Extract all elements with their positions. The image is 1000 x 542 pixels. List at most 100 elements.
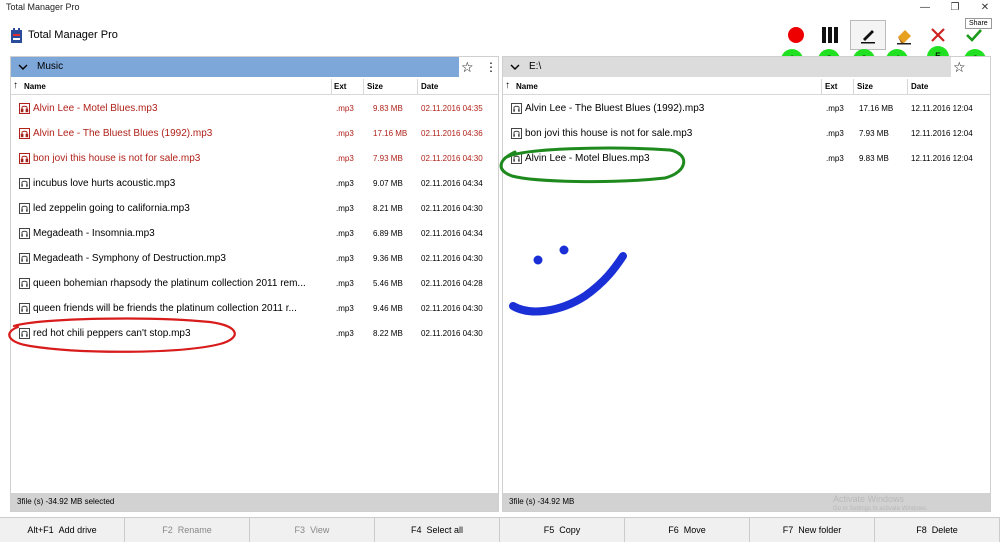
more-menu-icon[interactable]: ⋮ <box>485 59 497 75</box>
column-name[interactable]: Name <box>24 82 46 91</box>
fkey-key: Alt+F1 <box>27 525 54 535</box>
fkey-label: Rename <box>177 525 212 535</box>
fkey-delete-button[interactable]: F8 Delete <box>875 518 1000 542</box>
file-row[interactable]: Alvin Lee - The Bluest Blues (1992).mp3.… <box>503 96 990 121</box>
share-tooltip: Share <box>965 18 992 29</box>
file-name: Alvin Lee - The Bluest Blues (1992).mp3 <box>33 128 213 139</box>
file-row[interactable]: incubus love hurts acoustic.mp3 .mp3 9.07 … <box>11 171 498 196</box>
file-date: 02.11.2016 04:34 <box>421 229 483 238</box>
right-path-bar[interactable] <box>503 57 951 77</box>
sort-arrow-icon[interactable]: ↑ <box>13 80 18 91</box>
window-title: Total Manager Pro <box>6 2 80 12</box>
file-size: 8.21 MB <box>373 204 403 213</box>
file-row[interactable]: red hot chili peppers can't stop.mp3 .mp3… <box>11 321 498 346</box>
music-file-icon <box>19 153 30 164</box>
fkey-move-button[interactable]: F6 Move <box>625 518 750 542</box>
music-file-icon <box>19 253 30 264</box>
eraser-button[interactable] <box>886 20 922 50</box>
left-path-bar[interactable] <box>11 57 459 77</box>
red-circle-icon <box>788 27 804 43</box>
app-title: Total Manager Pro <box>28 29 118 41</box>
fkey-view-button[interactable]: F3 View <box>250 518 375 542</box>
file-row[interactable]: Megadeath - Symphony of Destruction.mp3.… <box>11 246 498 271</box>
fkey-copy-button[interactable]: F5 Copy <box>500 518 625 542</box>
file-date: 12.11.2016 12:04 <box>911 154 973 163</box>
column-ext[interactable]: Ext <box>334 82 346 91</box>
red-pen-button[interactable] <box>778 20 814 50</box>
left-column-header: ↑ Name Ext Size Date <box>11 79 498 95</box>
fkey-add-drive-button[interactable]: Alt+F1 Add drive <box>0 518 125 542</box>
file-name: Alvin Lee - The Bluest Blues (1992).mp3 <box>525 103 705 114</box>
maximize-button[interactable]: ❐ <box>940 0 970 16</box>
file-size: 9.36 MB <box>373 254 403 263</box>
fkey-label: New folder <box>798 525 842 535</box>
favorite-star-icon[interactable]: ☆ <box>461 59 474 75</box>
stroke-width-icon <box>822 27 838 43</box>
fkey-label: Copy <box>559 525 581 535</box>
fkey-rename-button[interactable]: F2 Rename <box>125 518 250 542</box>
file-row[interactable]: Alvin Lee - Motel Blues.mp3 .mp3 9.83 MB 12… <box>503 146 990 171</box>
file-ext: .mp3 <box>336 329 354 338</box>
file-row[interactable]: queen bohemian rhapsody the platinum col… <box>11 271 498 296</box>
column-ext[interactable]: Ext <box>825 82 837 91</box>
file-ext: .mp3 <box>336 179 354 188</box>
file-row[interactable]: queen friends will be friends the platin… <box>11 296 498 321</box>
file-name: bon jovi this house is not for sale.mp3 <box>525 128 693 139</box>
eraser-icon <box>897 30 911 45</box>
file-size: 7.93 MB <box>859 129 889 138</box>
function-key-bar: Alt+F1 Add drive F2 Rename F3 View F4 Selec… <box>0 517 1000 542</box>
activation-watermark: Activate Windows Go to Settings to activ… <box>833 494 928 514</box>
file-name: queen bohemian rhapsody the platinum col… <box>33 278 306 289</box>
file-row[interactable]: led zeppelin going to california.mp3 .mp3… <box>11 196 498 221</box>
column-date[interactable]: Date <box>421 82 438 91</box>
file-date: 12.11.2016 12:04 <box>911 104 973 113</box>
file-ext: .mp3 <box>336 154 354 163</box>
file-size: 6.89 MB <box>373 229 403 238</box>
music-file-icon <box>511 103 522 114</box>
music-file-icon <box>19 228 30 239</box>
left-file-panel: Music ☆ ⋮ ↑ Name Ext Size Date Alvin Lee… <box>10 56 499 512</box>
column-name[interactable]: Name <box>516 82 538 91</box>
left-panel-title: Music <box>37 61 64 72</box>
music-file-icon <box>511 128 522 139</box>
fkey-key: F3 <box>294 525 306 535</box>
file-row[interactable]: Alvin Lee - The Bluest Blues (1992).mp3.… <box>11 121 498 146</box>
app-window: Total Manager Pro — ❐ ✕ Total Manager Pr… <box>0 0 1000 542</box>
file-name: Megadeath - Symphony of Destruction.mp3 <box>33 253 226 264</box>
close-icon <box>931 28 945 42</box>
file-name: bon jovi this house is not for sale.mp3 <box>33 153 201 164</box>
fkey-select-all-button[interactable]: F4 Select all <box>375 518 500 542</box>
left-status-bar: 3file (s) -34.92 MB selected <box>11 493 498 511</box>
app-logo-icon <box>11 28 22 43</box>
pen-icon <box>861 30 875 44</box>
column-date[interactable]: Date <box>911 82 928 91</box>
file-date: 02.11.2016 04:35 <box>421 104 483 113</box>
watermark-line2: Go to Settings to activate Windows. <box>833 506 928 512</box>
file-row[interactable]: Alvin Lee - Motel Blues.mp3 .mp3 9.83 MB 02… <box>11 96 498 121</box>
file-row[interactable]: bon jovi this house is not for sale.mp3.… <box>503 121 990 146</box>
fkey-new-folder-button[interactable]: F7 New folder <box>750 518 875 542</box>
favorite-star-icon[interactable]: ☆ <box>953 59 966 75</box>
file-row[interactable]: bon jovi this house is not for sale.mp3.… <box>11 146 498 171</box>
left-file-list: Alvin Lee - Motel Blues.mp3 .mp3 9.83 MB 02… <box>11 96 498 346</box>
file-name: led zeppelin going to california.mp3 <box>33 203 190 214</box>
chevron-down-icon[interactable] <box>17 61 29 73</box>
right-file-list: Alvin Lee - The Bluest Blues (1992).mp3.… <box>503 96 990 171</box>
column-size[interactable]: Size <box>367 82 383 91</box>
file-size: 9.07 MB <box>373 179 403 188</box>
file-name: queen friends will be friends the platin… <box>33 303 297 314</box>
fkey-key: F4 <box>410 525 422 535</box>
file-date: 02.11.2016 04:30 <box>421 154 483 163</box>
pen-tool-button[interactable] <box>850 20 886 50</box>
chevron-down-icon[interactable] <box>509 61 521 73</box>
file-row[interactable]: Megadeath - Insomnia.mp3 .mp3 6.89 MB 02.11… <box>11 221 498 246</box>
window-close-button[interactable]: ✕ <box>970 0 1000 16</box>
file-size: 17.16 MB <box>373 129 408 138</box>
file-ext: .mp3 <box>336 279 354 288</box>
column-size[interactable]: Size <box>857 82 873 91</box>
minimize-button[interactable]: — <box>910 0 940 16</box>
music-file-icon <box>511 153 522 164</box>
sort-arrow-icon[interactable]: ↑ <box>505 80 510 91</box>
file-date: 02.11.2016 04:30 <box>421 329 483 338</box>
stroke-width-button[interactable] <box>812 20 848 50</box>
